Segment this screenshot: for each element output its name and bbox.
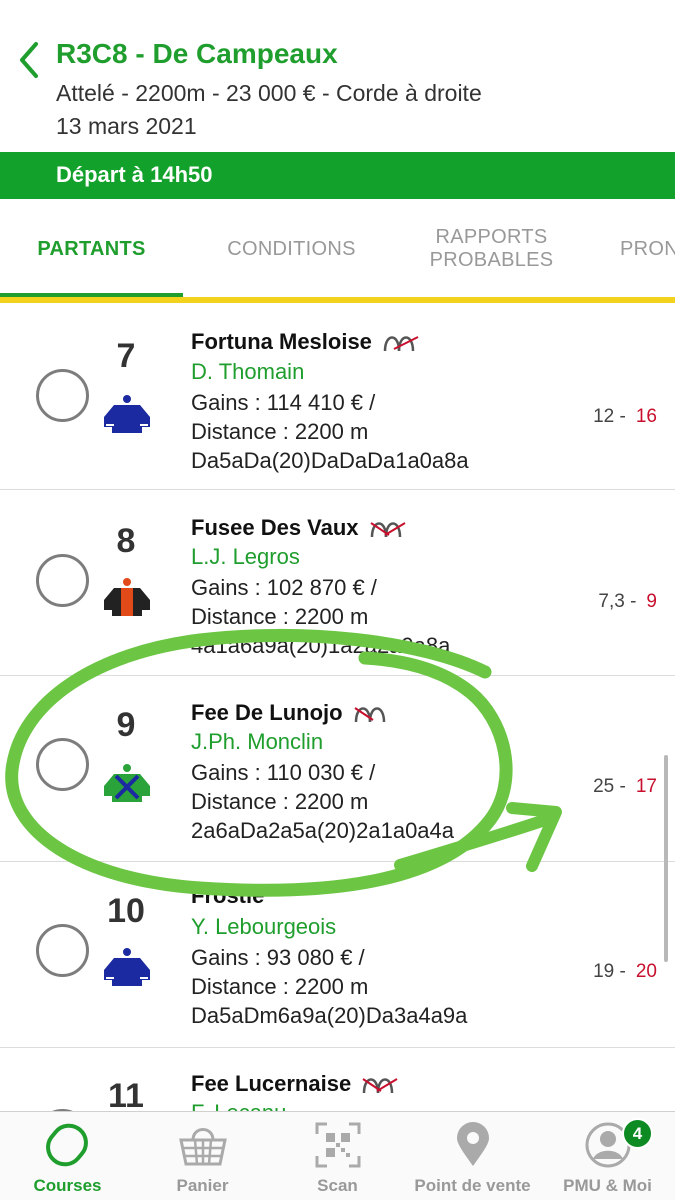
nav-scan-label: Scan <box>317 1176 358 1195</box>
horse-name: Fusee Des Vaux <box>191 513 407 541</box>
musique-text: Da5aDa(20)DaDaDa1a0a8a <box>191 448 469 473</box>
tab-rapports-label-2: PROBABLES <box>429 249 554 271</box>
race-title: R3C8 - De Campeaux <box>56 38 338 69</box>
race-subtitle: Attelé - 2200m - 23 000 € - Corde à droi… <box>56 80 482 106</box>
odds: 25 - 17 <box>593 776 657 798</box>
nav-courses[interactable]: Courses <box>0 1112 135 1200</box>
horse-name-text: Fee De Lunojo <box>191 700 343 725</box>
tab-rapports-probables[interactable]: RAPPORTS PROBABLES <box>400 199 583 299</box>
horse-name-text: Frostie <box>191 883 265 908</box>
distance-text: Distance : 2200 m <box>191 789 369 814</box>
jockey-name: F. Lecanu <box>191 1100 286 1111</box>
jersey-icon <box>104 948 150 986</box>
gains-text: Gains : 102 870 € / <box>191 575 377 600</box>
select-radio[interactable] <box>36 554 89 607</box>
horse-name: Fortuna Mesloise <box>191 327 420 355</box>
jockey-name: L.J. Legros <box>191 544 300 569</box>
tab-pronostics[interactable]: PRON <box>620 199 675 299</box>
runner-row[interactable]: 7 Fortuna Mesloise D. Thomain Gains : 11… <box>0 305 675 490</box>
nav-courses-label: Courses <box>33 1176 102 1195</box>
horseshoe-icon <box>383 336 419 352</box>
horse-name-text: Fee Lucernaise <box>191 1071 352 1096</box>
horse-name-text: Fortuna Mesloise <box>191 329 372 354</box>
courses-oval-icon <box>46 1123 88 1167</box>
jersey-icon <box>104 395 150 433</box>
runner-row[interactable]: 11 Fee Lucernaise F. Lecanu <box>0 1049 675 1111</box>
basket-icon <box>179 1128 227 1166</box>
runner-row[interactable]: 8 Fusee Des Vaux L.J. Legros Gains : 102… <box>0 491 675 676</box>
horse-name: Frostie <box>191 883 264 909</box>
nav-panier[interactable]: Panier <box>135 1112 270 1200</box>
odds-live: 20 <box>635 961 657 982</box>
departure-banner: Départ à 14h50 <box>0 152 675 199</box>
horseshoe-icon <box>362 1078 398 1094</box>
jersey-icon <box>104 764 150 802</box>
nav-pmu-moi[interactable]: PMU & Moi <box>540 1112 675 1200</box>
jockey-name: Y. Lebourgeois <box>191 914 337 939</box>
tab-conditions-label: CONDITIONS <box>227 237 356 260</box>
odds: 19 - 20 <box>593 961 657 983</box>
runner-number: 8 <box>116 522 136 560</box>
gains-text: Gains : 93 080 € / <box>191 945 365 970</box>
departure-time: Départ à 14h50 <box>56 162 213 187</box>
distance-text: Distance : 2200 m <box>191 419 369 444</box>
odds: 12 - 16 <box>593 406 657 428</box>
odds: 7,3 - 9 <box>598 591 657 613</box>
tab-partants[interactable]: PARTANTS <box>0 199 183 299</box>
odds-live: 9 <box>646 591 657 612</box>
scrollbar[interactable] <box>664 755 668 962</box>
runner-number: 7 <box>116 337 136 375</box>
gains-text: Gains : 114 410 € / <box>191 390 376 415</box>
nav-pmu-moi-label: PMU & Moi <box>563 1176 652 1195</box>
chevron-left-icon[interactable] <box>14 40 44 80</box>
bottom-nav: Courses Panier Scan Point de vente PMU &… <box>0 1111 675 1200</box>
runner-number: 9 <box>116 706 136 744</box>
race-date: 13 mars 2021 <box>56 113 197 139</box>
runner-row[interactable]: 10 Frostie Y. Lebourgeois Gains : 93 080… <box>0 863 675 1048</box>
gains-text: Gains : 110 030 € / <box>191 760 376 785</box>
tab-partants-label: PARTANTS <box>37 237 146 260</box>
nav-point-de-vente[interactable]: Point de vente <box>405 1112 540 1200</box>
tab-bar: PARTANTS CONDITIONS RAPPORTS PROBABLES P… <box>0 199 675 299</box>
horse-name: Fee De Lunojo <box>191 698 391 726</box>
select-radio[interactable] <box>36 369 89 422</box>
horse-name: Fee Lucernaise <box>191 1069 399 1097</box>
musique-text: 2a6aDa2a5a(20)2a1a0a4a <box>191 818 455 843</box>
horseshoe-icon <box>354 707 385 723</box>
runner-number: 11 <box>108 1077 144 1111</box>
tab-pronostics-label: PRON <box>620 237 675 260</box>
notification-badge: 4 <box>622 1118 653 1149</box>
qr-code-icon <box>315 1122 361 1168</box>
jockey-name: J.Ph. Monclin <box>191 729 324 754</box>
nav-point-de-vente-label: Point de vente <box>414 1176 531 1195</box>
nav-panier-label: Panier <box>176 1176 229 1195</box>
distance-text: Distance : 2200 m <box>191 974 369 999</box>
odds-reference: 25 - <box>593 776 626 797</box>
musique-text: 4a1a6a9a(20)1a2a2a9a8a <box>191 633 451 658</box>
tab-conditions[interactable]: CONDITIONS <box>200 199 383 299</box>
odds-reference: 19 - <box>593 961 626 982</box>
tab-rapports-label-1: RAPPORTS <box>435 226 548 248</box>
runner-row[interactable]: 9 Fee De Lunojo J.Ph. Monclin Gains : 11… <box>0 677 675 862</box>
odds-live: 16 <box>635 406 657 427</box>
horseshoe-icon <box>370 522 406 538</box>
race-header: R3C8 - De Campeaux Attelé - 2200m - 23 0… <box>0 0 675 152</box>
select-radio[interactable] <box>36 924 89 977</box>
map-pin-icon <box>457 1122 489 1166</box>
runner-number: 10 <box>107 892 145 930</box>
runners-list[interactable]: 7 Fortuna Mesloise D. Thomain Gains : 11… <box>0 303 675 1111</box>
jersey-icon <box>104 578 150 616</box>
distance-text: Distance : 2200 m <box>191 604 369 629</box>
musique-text: Da5aDm6a9a(20)Da3a4a9a <box>191 1003 468 1028</box>
nav-scan[interactable]: Scan <box>270 1112 405 1200</box>
jockey-name: D. Thomain <box>191 359 305 384</box>
odds-reference: 7,3 - <box>598 591 637 612</box>
select-radio[interactable] <box>36 738 89 791</box>
odds-reference: 12 - <box>593 406 626 427</box>
odds-live: 17 <box>635 776 657 797</box>
horse-name-text: Fusee Des Vaux <box>191 515 359 540</box>
